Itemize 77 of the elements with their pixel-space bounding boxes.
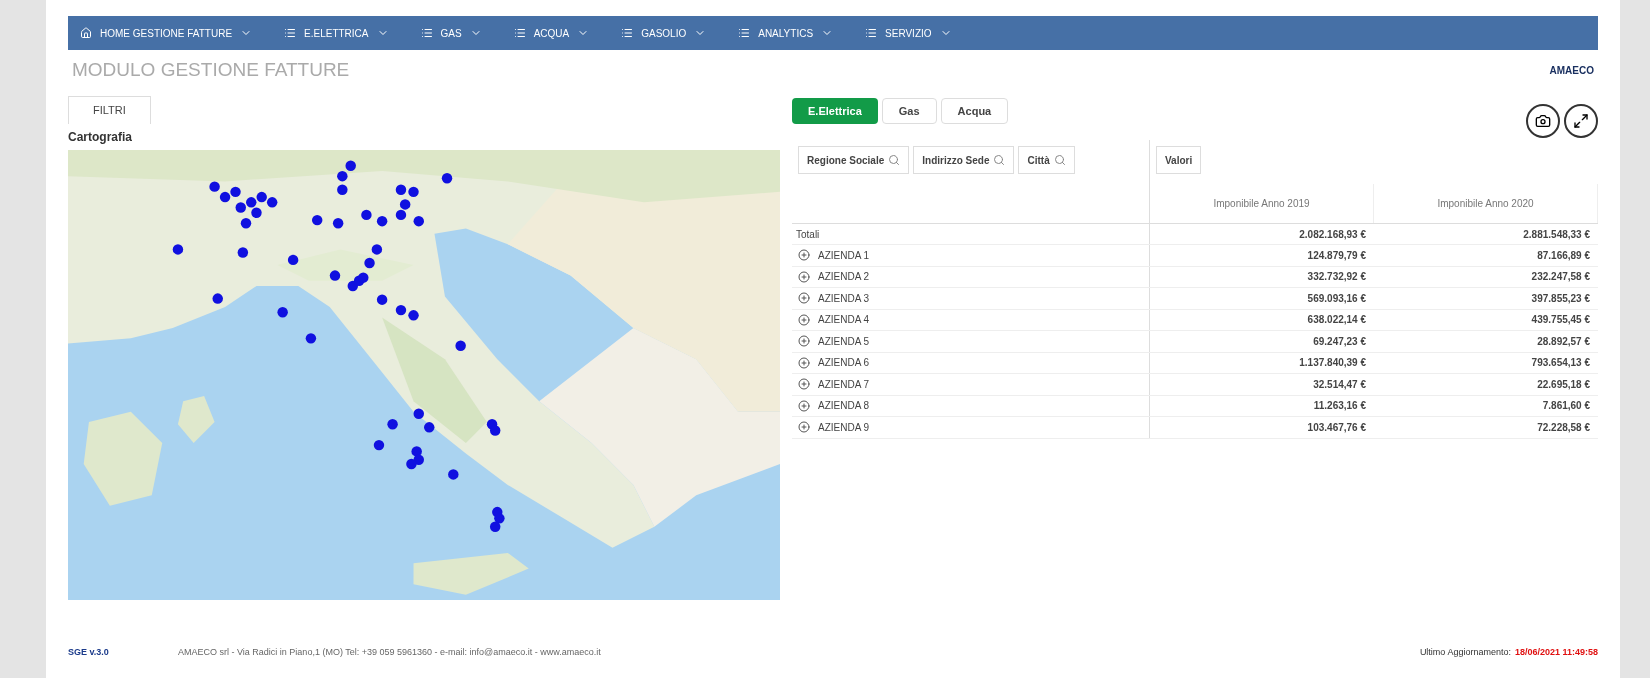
table-cell-text: 28.892,57 € [1536,334,1591,349]
table-cell-text: 11.263,16 € [1312,399,1367,414]
dimension-filter[interactable]: Città [1018,146,1075,174]
energy-tab[interactable]: E.Elettrica [792,98,878,124]
list-icon [284,27,297,39]
table-cell-text: 2.082.168,93 € [1298,227,1367,242]
expand-icon[interactable] [798,356,810,369]
search-icon [993,154,1006,166]
list-icon [513,27,526,39]
filter-tab[interactable]: FILTRI [68,96,151,124]
list-icon [738,27,751,39]
company-info: AMAECO srl - Via Radici in Piano,1 (MO) Tel: +39 059 5961360 - e-mail: info@amaeco.it - www.amaeco.it [178,646,601,660]
column-header: Imponibile Anno 2020 [1374,184,1598,223]
table-cell-text: 232.247,58 € [1530,270,1591,285]
company-name: AZIENDA 5 [818,334,870,349]
update-label: Ultimo Aggiornamento: [1419,646,1511,660]
company-name: AZIENDA 2 [818,270,870,285]
column-header: Imponibile Anno 2019 [1150,184,1374,223]
search-icon [888,154,901,166]
table-cell-text: 397.855,23 € [1530,291,1591,306]
expand-button[interactable] [1564,104,1598,138]
expand-icon[interactable] [798,335,810,348]
update-time: 18/06/2021 11:49:58 [1514,646,1598,660]
table-cell-text: 569.093,16 € [1306,291,1367,306]
expand-icon[interactable] [798,421,810,434]
table-cell-text: 638.022,14 € [1306,313,1367,328]
nav-menu-item[interactable]: E.ELETTRICA [284,25,389,41]
company-name: AZIENDA 1 [818,248,870,263]
table-cell-text: 7.861,60 € [1541,399,1591,414]
totals-label: Totali [792,224,1150,244]
company-name: AZIENDA 3 [818,291,870,306]
map-title: Cartografia [68,129,133,146]
company-name: AZIENDA 7 [818,377,870,392]
table-cell-text: 332.732,92 € [1306,270,1367,285]
company-name: AZIENDA 6 [818,356,870,371]
energy-tab[interactable]: Acqua [940,98,1009,124]
company-name: AZIENDA 8 [818,399,870,414]
company-name: AZIENDA 4 [818,313,870,328]
table-cell-text: 124.879,79 € [1306,248,1367,263]
camera-icon [1535,113,1551,129]
table-cell-text: 439.755,45 € [1530,313,1591,328]
search-icon [1053,154,1066,166]
table-cell-text: 69.247,23 € [1312,334,1367,349]
list-icon [865,27,878,39]
list-icon [621,27,634,39]
dimension-filter[interactable]: Indirizzo Sede [913,146,1015,174]
energy-tab[interactable]: Gas [881,98,937,124]
expand-icon[interactable] [798,249,810,262]
table-cell-text: 87.166,89 € [1536,248,1591,263]
nav-menu-item[interactable]: GAS [420,25,482,41]
table-cell-text: 793.654,13 € [1530,356,1591,371]
values-filter[interactable]: Valori [1156,146,1202,174]
table-cell-text: 103.467,76 € [1306,420,1367,435]
nav-menu-item[interactable]: GASOLIO [621,25,707,41]
expand-icon[interactable] [798,270,810,283]
table-cell-text: 1.137.840,39 € [1298,356,1367,371]
home-icon [80,27,92,39]
company-name: AZIENDA 9 [818,420,870,435]
expand-icon[interactable] [798,378,810,391]
expand-icon[interactable] [798,313,810,326]
nav-menu-item[interactable]: ANALYTICS [738,25,834,41]
expand-icon [1573,113,1589,129]
expand-icon[interactable] [798,292,810,305]
snapshot-button[interactable] [1526,104,1560,138]
list-icon [420,27,433,39]
dimension-filter[interactable]: Regione Sociale [798,146,910,174]
nav-menu-item[interactable]: SERVIZIO [865,25,952,41]
table-cell-text: 22.695,18 € [1536,377,1591,392]
table-cell-text: 32.514,47 € [1312,377,1367,392]
expand-icon[interactable] [798,399,810,412]
page-title: MODULO GESTIONE FATTURE [72,57,350,82]
nav-menu-item[interactable]: HOME GESTIONE FATTURE [80,25,253,41]
version-label: SGE v.3.0 [68,646,110,660]
logo: AMAECO [1549,63,1594,78]
table-cell-text: 2.881.548,33 € [1522,227,1591,242]
nav-menu-item[interactable]: ACQUA [513,25,590,41]
table-cell-text: 72.228,58 € [1536,420,1591,435]
